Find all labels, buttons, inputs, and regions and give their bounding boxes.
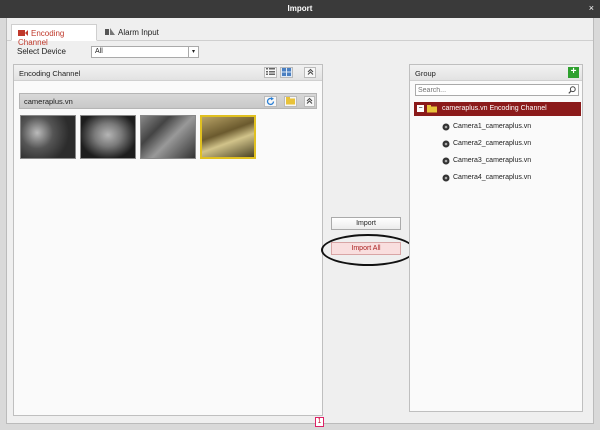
panel-title: Encoding Channel [19,69,81,78]
refresh-icon[interactable] [264,96,277,107]
encoding-channel-header: Encoding Channel [14,65,322,81]
tab-encoding-channel[interactable]: Encoding Channel [11,24,97,47]
tab-label: Alarm Input [118,28,159,37]
encoding-channel-panel: Encoding Channel cameraplus.vn 1 [13,64,324,427]
highlight-ellipse [321,234,415,266]
device-select[interactable]: All ▾ [91,46,199,58]
folder-add-icon[interactable] [284,96,297,107]
add-icon[interactable]: + [568,67,579,78]
device-name: cameraplus.vn [24,97,73,106]
page-number[interactable]: 1 [315,417,324,427]
camera-icon [442,123,450,133]
camera-thumbnail[interactable] [80,115,136,159]
device-select-value: All [95,48,103,55]
tab-bar: Encoding Channel Alarm Input [7,24,593,47]
camera-label: Camera1_cameraplus.vn [453,123,532,130]
camera-thumbnail[interactable] [140,115,196,159]
collapse-icon[interactable] [304,67,316,78]
camera-icon [442,157,450,167]
camera-thumbnail-selected[interactable] [200,115,256,159]
tab-alarm-input[interactable]: Alarm Input [99,24,169,41]
device-group-bar[interactable]: cameraplus.vn [19,93,317,109]
camera-thumbnail[interactable] [20,115,76,159]
panel-title: Group [415,69,436,78]
tree-root-label: cameraplus.vn Encoding Channel [442,105,547,112]
close-icon[interactable]: × [589,3,594,13]
thumbnail-view-icon[interactable] [280,67,293,78]
import-button[interactable]: Import [331,217,401,230]
window-title: Import [287,4,313,13]
title-bar: Import × [0,0,600,18]
select-device-label: Select Device [17,47,66,56]
collapse-toggle-icon[interactable]: − [417,105,424,112]
group-header: Group + [410,65,582,81]
camera-icon [18,29,28,38]
tree-root-item[interactable]: − cameraplus.vn Encoding Channel [414,102,581,116]
search-icon[interactable] [568,86,576,96]
chevron-down-icon: ▾ [188,47,198,57]
group-panel: Group + − cameraplus.vn Encoding Channel… [409,64,583,412]
collapse-icon[interactable] [304,96,315,107]
camera-label: Camera4_cameraplus.vn [453,174,532,181]
alarm-icon [105,28,115,37]
camera-label: Camera2_cameraplus.vn [453,140,532,147]
group-search [415,84,579,96]
camera-label: Camera3_cameraplus.vn [453,157,532,164]
list-view-icon[interactable] [264,67,277,78]
camera-icon [442,140,450,150]
folder-icon [427,105,438,115]
camera-icon [442,174,450,184]
search-input[interactable] [418,85,568,95]
import-dialog: Encoding Channel Alarm Input Select Devi… [6,18,594,427]
